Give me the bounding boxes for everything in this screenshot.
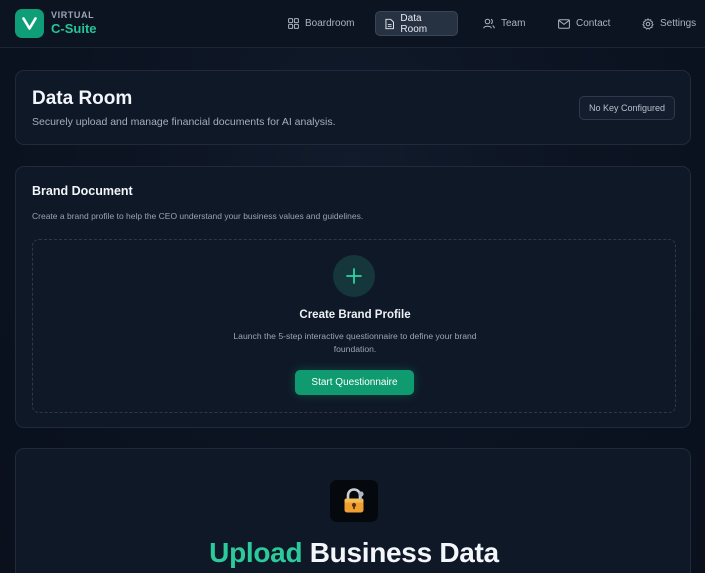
gear-icon: [642, 17, 654, 30]
start-questionnaire-button[interactable]: Start Questionnaire: [295, 370, 414, 395]
add-brand-profile-button[interactable]: [333, 255, 375, 297]
upload-business-data-card: Upload Business Data: [15, 448, 691, 573]
nav-item-boardroom[interactable]: Boardroom: [279, 11, 363, 36]
logo-subtitle: VIRTUAL: [51, 10, 95, 20]
section-title: Brand Document: [32, 184, 133, 198]
upload-heading-accent: Upload: [209, 537, 303, 568]
nav-label: Contact: [576, 18, 611, 29]
upload-heading: Upload Business Data: [16, 537, 692, 569]
v-logo-icon: [22, 17, 37, 30]
nav-label: Settings: [660, 18, 697, 29]
lock-icon-tile: [330, 480, 378, 522]
create-brand-profile-area: Create Brand Profile Launch the 5-step i…: [32, 239, 676, 413]
plus-icon: [346, 268, 362, 284]
create-profile-title: Create Brand Profile: [299, 309, 411, 321]
nav-item-contact[interactable]: Contact: [549, 11, 619, 36]
nav-item-team[interactable]: Team: [474, 11, 534, 36]
page-subtitle: Securely upload and manage financial doc…: [32, 116, 336, 128]
create-profile-description: Launch the 5-step interactive questionna…: [233, 331, 477, 354]
upload-heading-rest: Business Data: [309, 537, 499, 568]
logo-title: C-Suite: [51, 21, 97, 36]
top-navigation-bar: VIRTUAL C-Suite Boardroom Data Room Team: [0, 0, 705, 48]
document-icon: [385, 18, 394, 29]
page-header-card: Data Room Securely upload and manage fin…: [15, 70, 691, 145]
lock-icon: [344, 488, 364, 513]
brand-document-card: Brand Document Create a brand profile to…: [15, 166, 691, 428]
app-logo[interactable]: [15, 9, 44, 38]
users-icon: [483, 18, 495, 29]
section-description: Create a brand profile to help the CEO u…: [32, 211, 364, 221]
nav-label: Boardroom: [305, 18, 355, 29]
nav-label: Data Room: [400, 12, 428, 35]
grid-icon: [288, 18, 299, 29]
page-title: Data Room: [32, 88, 133, 109]
mail-icon: [558, 18, 570, 29]
api-key-status-button[interactable]: No Key Configured: [579, 96, 675, 120]
nav-item-settings[interactable]: Settings: [633, 11, 705, 36]
nav-label: Team: [501, 18, 526, 29]
nav-item-data-room[interactable]: Data Room: [375, 11, 458, 36]
